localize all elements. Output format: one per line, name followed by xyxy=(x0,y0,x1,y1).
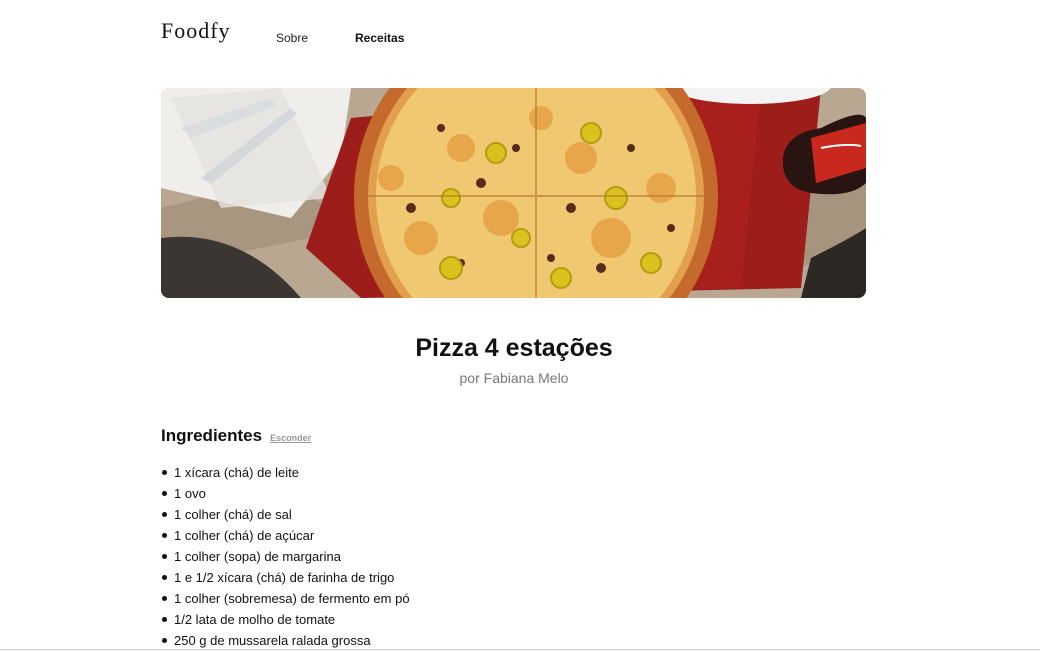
nav-link-sobre[interactable]: Sobre xyxy=(276,31,308,45)
ingredients-title: Ingredientes xyxy=(161,426,263,445)
ingredient-item: 1/2 lata de molho de tomate xyxy=(162,609,410,630)
ingredient-item: 1 colher (sobremesa) de fermento em pó xyxy=(162,588,410,609)
site-logo[interactable]: Foodfy xyxy=(161,18,231,44)
ingredient-item: 1 xícara (chá) de leite xyxy=(162,462,410,483)
recipe-page: Foodfy Sobre Receitas Pizza 4 estações p… xyxy=(0,0,1040,651)
nav-link-receitas[interactable]: Receitas xyxy=(355,31,404,45)
ingredient-item: 1 colher (chá) de açúcar xyxy=(162,525,410,546)
ingredient-item: 1 colher (sopa) de margarina xyxy=(162,546,410,567)
hide-ingredients-link[interactable]: Esconder xyxy=(270,433,311,443)
site-header: Foodfy Sobre Receitas xyxy=(161,18,866,58)
ingredient-item: 1 ovo xyxy=(162,483,410,504)
ingredients-header: Ingredientes Esconder xyxy=(161,426,311,446)
ingredients-list: 1 xícara (chá) de leite 1 ovo 1 colher (… xyxy=(161,462,410,651)
recipe-hero-image xyxy=(161,88,866,298)
ingredient-item: 1 e 1/2 xícara (chá) de farinha de trigo xyxy=(162,567,410,588)
recipe-author: por Fabiana Melo xyxy=(459,370,569,386)
ingredient-item: 1 colher (chá) de sal xyxy=(162,504,410,525)
recipe-title: Pizza 4 estações xyxy=(415,334,613,362)
ingredient-item: 250 g de mussarela ralada grossa xyxy=(162,630,410,651)
page-divider xyxy=(0,649,1040,650)
